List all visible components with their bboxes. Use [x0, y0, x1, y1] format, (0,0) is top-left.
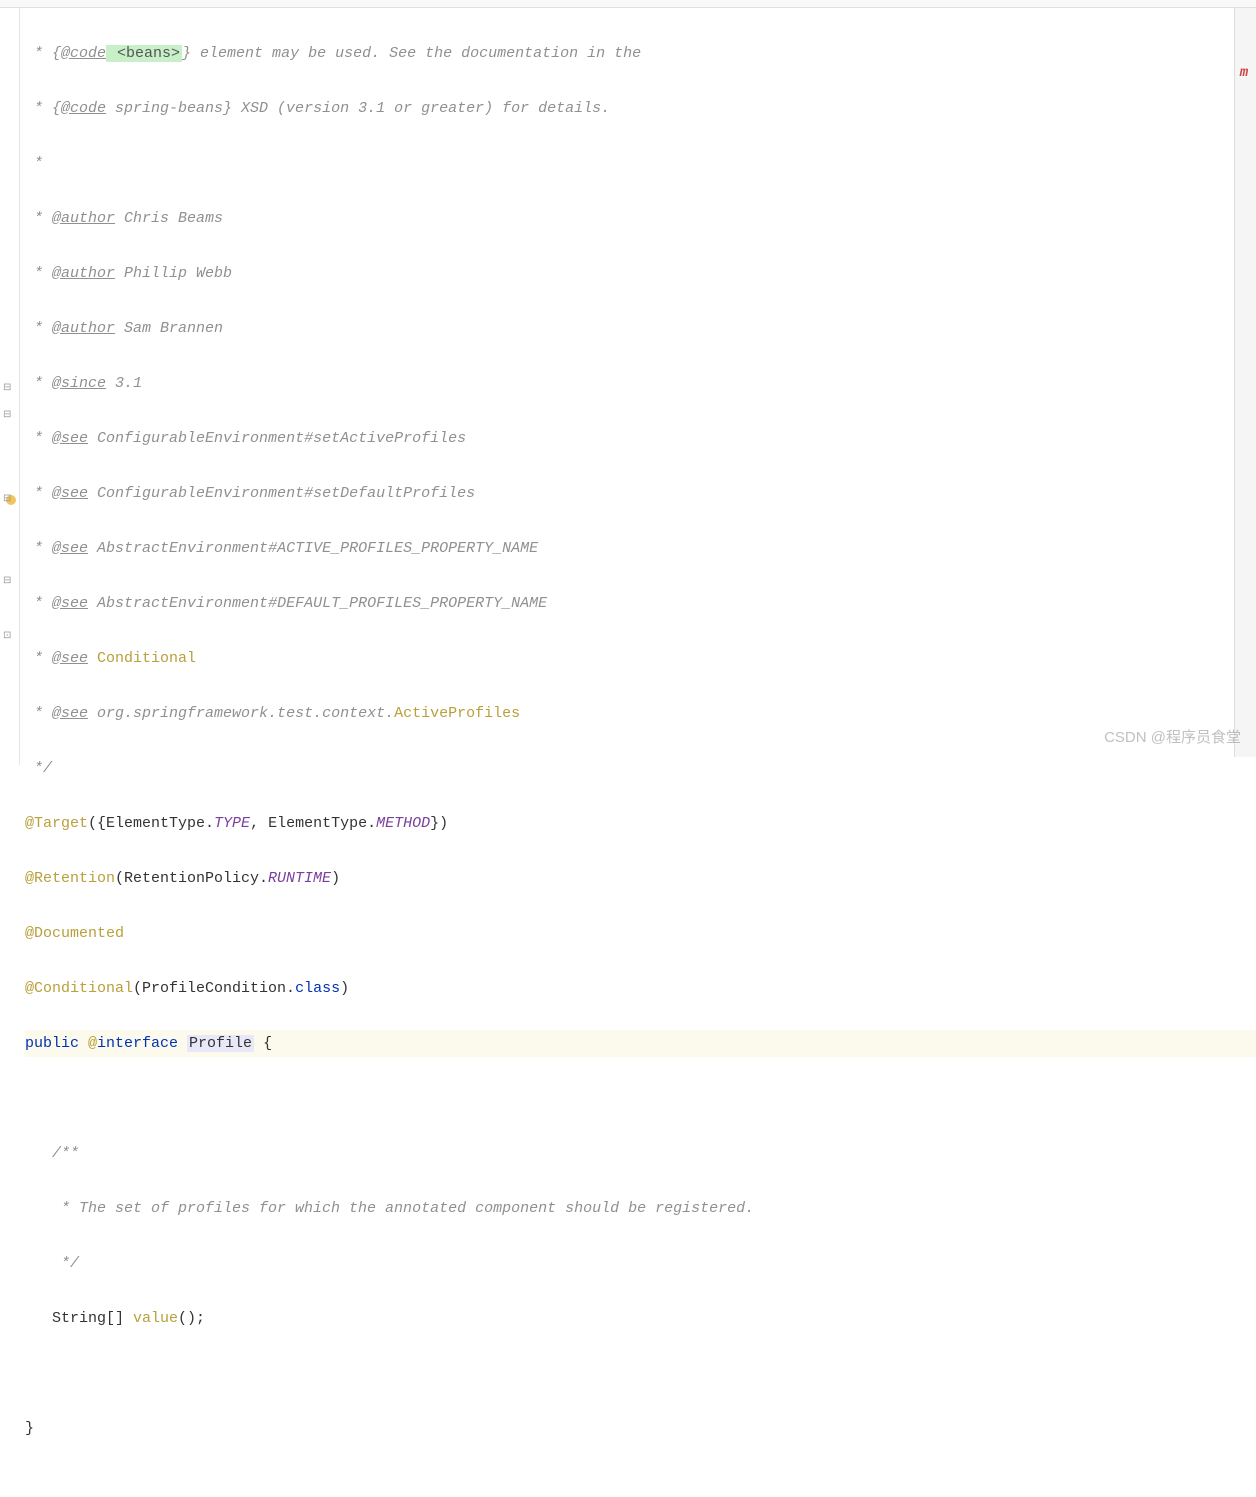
fold-icon[interactable]: ⊟	[3, 382, 15, 394]
interface-name: Profile	[187, 1035, 254, 1052]
search-highlight: <beans>	[106, 45, 182, 62]
watermark: CSDN @程序员食堂	[1104, 726, 1241, 747]
current-line: public @interface Profile {	[25, 1030, 1256, 1058]
editor-gutter: ⊟ ⊟ ⊟ ⊟ ⊡	[0, 8, 20, 765]
fold-end-icon[interactable]: ⊡	[3, 630, 15, 642]
right-gutter	[1234, 8, 1256, 757]
fold-icon[interactable]: ⊟	[3, 409, 15, 421]
maven-tool-icon[interactable]: m	[1234, 65, 1254, 85]
code-editor[interactable]: * {@code <beans>} element may be used. S…	[20, 8, 1256, 765]
fold-icon[interactable]: ⊟	[3, 493, 15, 505]
fold-icon[interactable]: ⊟	[3, 575, 15, 587]
